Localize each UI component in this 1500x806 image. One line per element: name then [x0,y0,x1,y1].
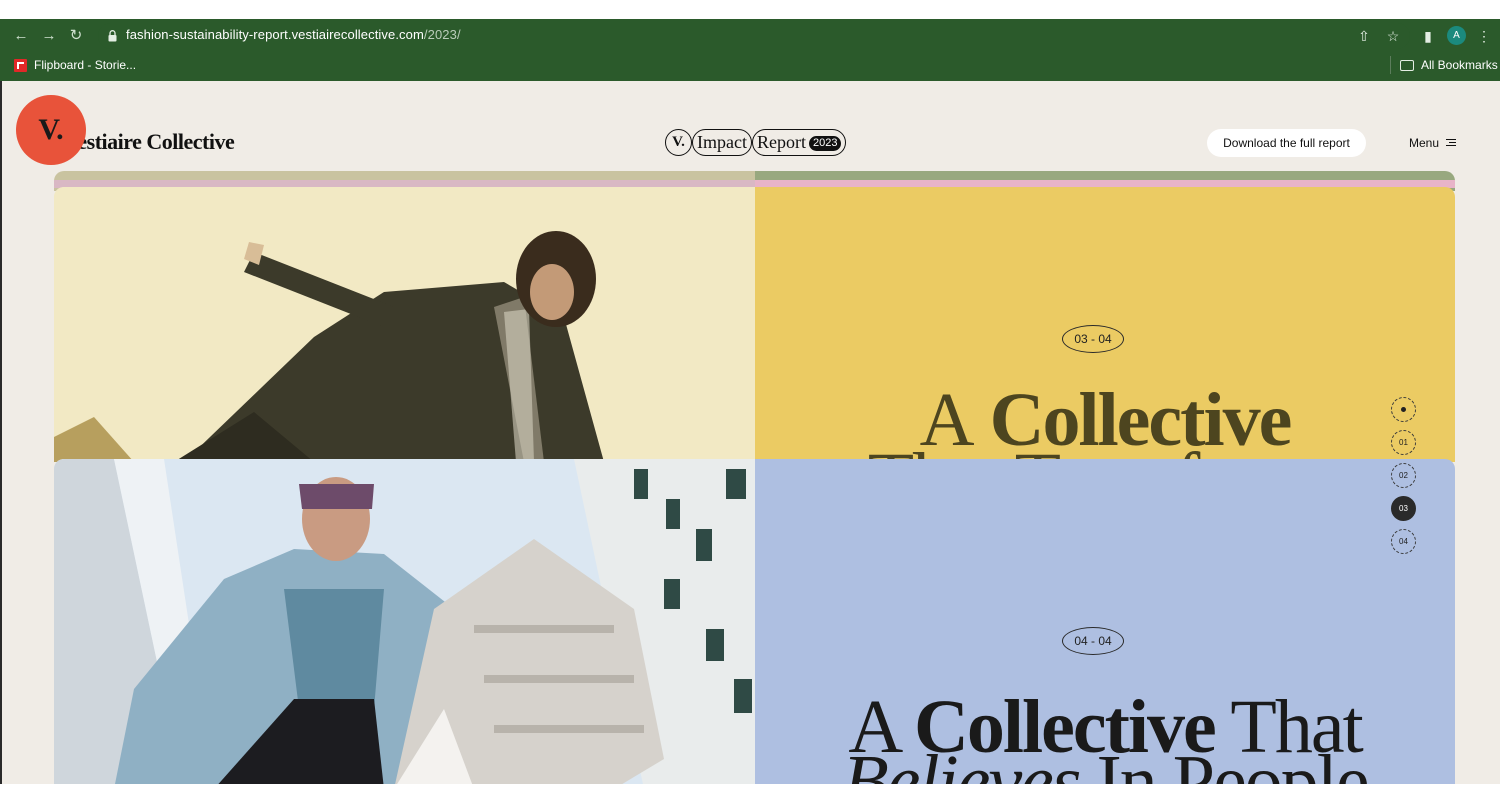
progress-home-dot[interactable] [1391,397,1416,422]
menu-button[interactable]: Menu [1409,136,1457,150]
chapter-04-counter: 04 - 04 [1062,627,1124,655]
browser-chrome: ← → ↻ fashion-sustainability-report.vest… [0,19,1500,81]
badge-report: Report 2023 [751,129,847,156]
folder-icon [1400,59,1414,71]
download-report-button[interactable]: Download the full report [1207,129,1366,157]
badge-v: V. [665,129,692,156]
chapter-03-panel: 03 - 04 A Collective That Transforms [755,187,1455,462]
reload-icon[interactable]: ↻ [67,27,85,45]
chapter-card-03[interactable]: 03 - 04 A Collective That Transforms [54,187,1455,462]
progress-dot-03[interactable]: 03 [1391,496,1416,521]
chapter-03-photo [54,187,755,462]
all-bookmarks-button[interactable]: All Bookmarks [1390,56,1498,74]
chapter-03-counter: 03 - 04 [1062,325,1124,353]
all-bookmarks-label: All Bookmarks [1421,58,1498,72]
url-text[interactable]: fashion-sustainability-report.vestiairec… [126,27,461,42]
top-strip [0,0,1500,19]
hamburger-icon [1446,139,1457,147]
logo-mark[interactable]: V. [16,95,86,165]
more-options-icon[interactable]: ⋮ [1475,27,1493,45]
bookmark-label: Flipboard - Storie... [34,58,137,72]
forward-arrow-icon[interactable]: → [40,27,58,45]
flipboard-icon [14,58,27,72]
report-page: V. Vestiaire Collective V. Impact Report… [0,81,1500,784]
chapter-04-photo [54,459,755,784]
progress-dot-01[interactable]: 01 [1391,430,1416,455]
chapter-04-title-believes: Believes [842,740,1081,784]
bookmark-flipboard[interactable]: Flipboard - Storie... [14,58,136,72]
back-arrow-icon[interactable]: ← [12,27,30,45]
lock-icon [108,30,117,42]
chapter-04-title-line2: Believes In People [755,739,1455,784]
bottom-strip [0,784,1500,806]
sidebar-icon[interactable]: ▮ [1419,27,1437,45]
chapter-card-04[interactable]: 04 - 04 A Collective That Believes In Pe… [54,459,1455,784]
url-host: fashion-sustainability-report.vestiairec… [126,27,424,42]
impact-report-badge[interactable]: V. Impact Report 2023 [665,129,847,156]
person-in-coat-illustration [54,187,755,462]
badge-impact: Impact [692,129,752,156]
share-icon[interactable]: ⇧ [1355,27,1373,45]
chapter-04-panel: 04 - 04 A Collective That Believes In Pe… [755,459,1455,784]
badge-year: 2023 [808,136,842,151]
chapter-progress-nav: 01 02 03 04 [1391,397,1417,562]
star-icon[interactable]: ☆ [1384,27,1402,45]
url-path: /2023/ [423,27,461,42]
profile-avatar[interactable]: A [1447,26,1466,45]
progress-dot-02[interactable]: 02 [1391,463,1416,488]
badge-report-text: Report [756,132,806,152]
brand-wordmark[interactable]: Vestiaire Collective [64,129,235,155]
person-in-shearling-illustration [54,459,755,784]
menu-label: Menu [1409,136,1440,150]
home-dot-icon [1401,407,1406,412]
progress-dot-04[interactable]: 04 [1391,529,1416,554]
chapter-04-title-in-people: In People [1096,740,1370,784]
